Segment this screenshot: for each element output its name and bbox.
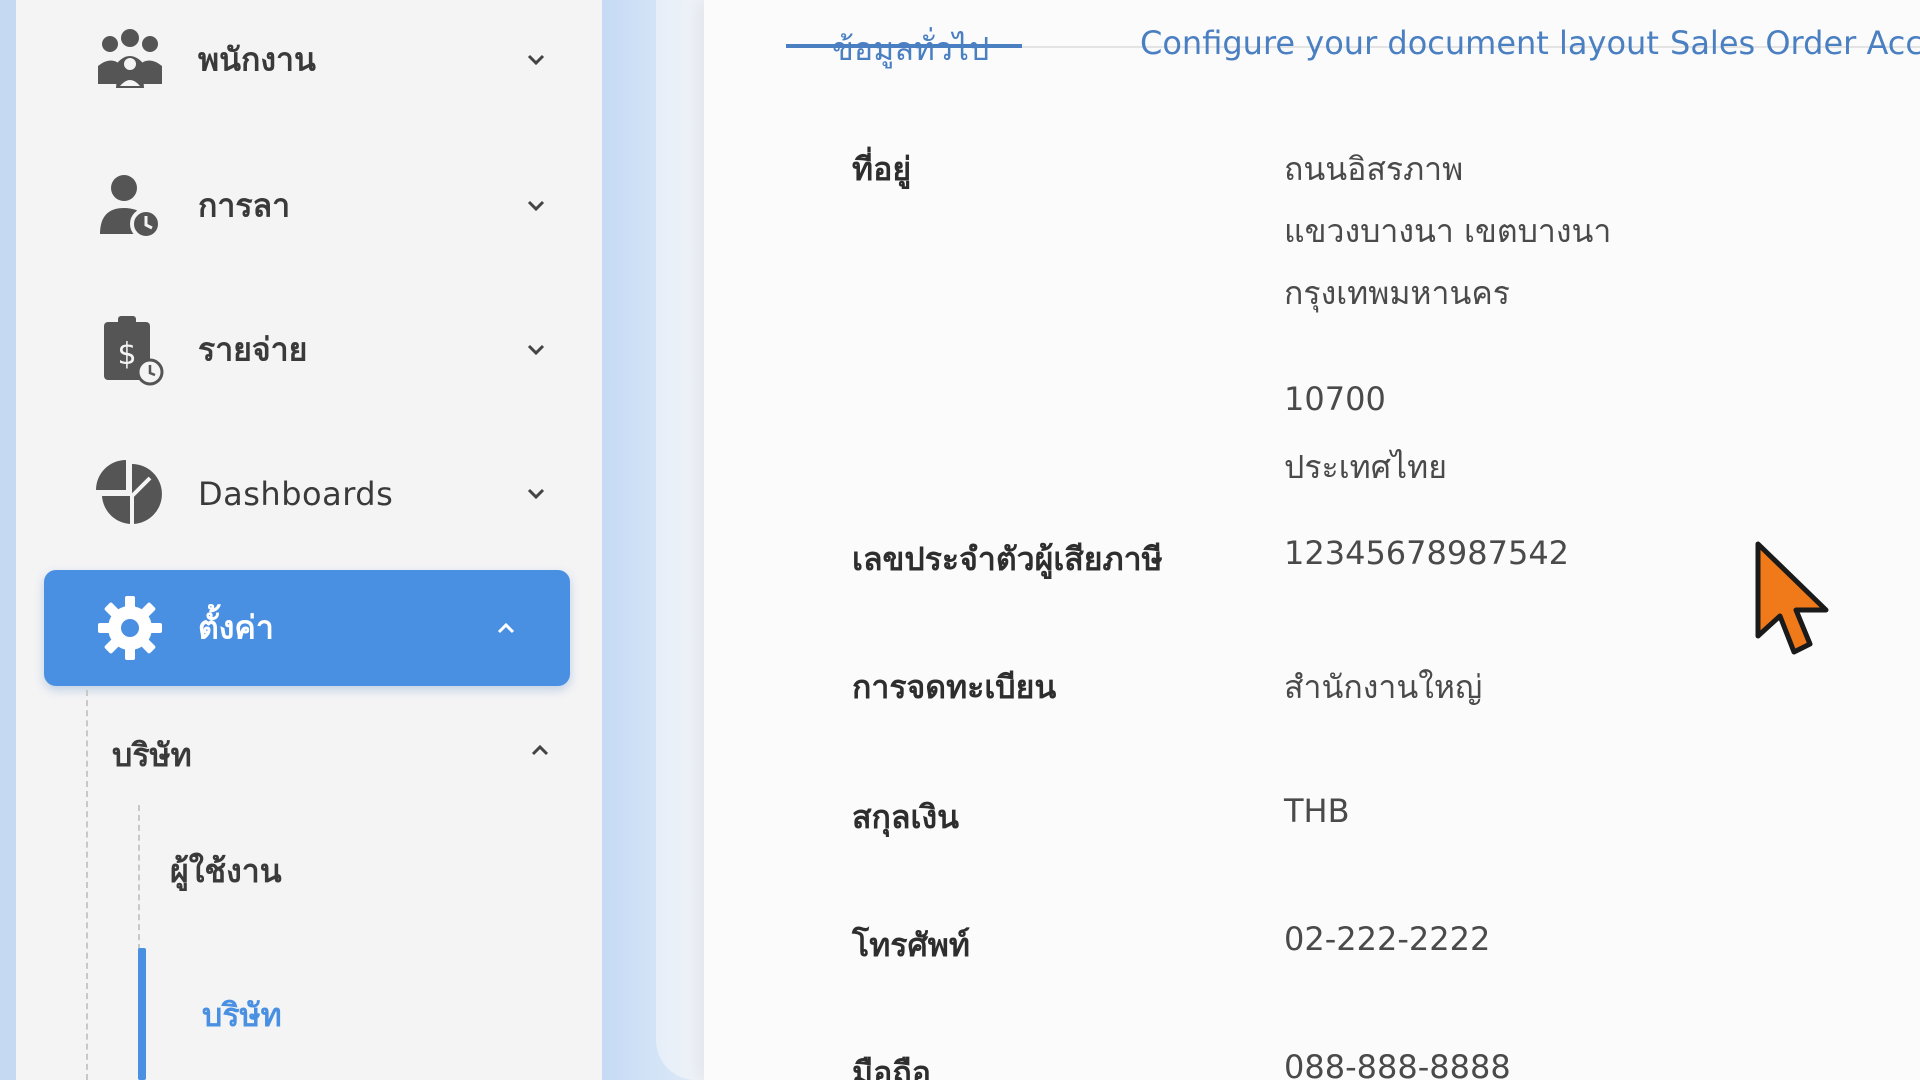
registration-label: การจดทะเบียน <box>852 668 1057 706</box>
mouse-cursor-icon <box>1755 541 1829 655</box>
mobile-label: มือถือ <box>852 1054 931 1080</box>
registration-value: สำนักงานใหญ่ <box>1284 668 1483 706</box>
active-tab-underline <box>786 44 1022 48</box>
submenu-item-users[interactable]: ผู้ใช้งาน <box>170 846 282 897</box>
chevron-down-icon <box>524 338 548 362</box>
gear-icon <box>92 590 168 666</box>
phone-label: โทรศัพท์ <box>852 926 970 964</box>
chevron-up-icon <box>528 738 552 762</box>
panel-gutter-shadow <box>656 0 704 1080</box>
submenu-tree-line-inner <box>138 805 140 950</box>
people-group-icon <box>92 22 168 98</box>
currency-value: THB <box>1284 792 1350 830</box>
tax-id-label: เลขประจำตัวผู้เสียภาษี <box>852 540 1163 578</box>
currency-label: สกุลเงิน <box>852 798 959 836</box>
sidebar-item-dashboards[interactable]: Dashboards <box>44 436 570 552</box>
sidebar-item-settings[interactable]: ตั้งค่า <box>44 570 570 686</box>
phone-value: 02-222-2222 <box>1284 920 1491 958</box>
person-clock-icon <box>92 168 168 244</box>
tab-sales-order-acc[interactable]: Sales Order Acc <box>1670 24 1920 62</box>
company-detail-panel: ข้อมูลทั่วไป Configure your document lay… <box>704 0 1920 1080</box>
svg-text:$: $ <box>117 337 136 372</box>
chevron-down-icon <box>524 48 548 72</box>
address-line-2: แขวงบางนา เขตบางนา <box>1284 212 1612 250</box>
sidebar-item-leave[interactable]: การลา <box>44 148 570 264</box>
chevron-down-icon <box>524 194 548 218</box>
clipboard-dollar-icon: $ <box>92 312 168 388</box>
submenu-group-label: บริษัท <box>112 736 192 774</box>
submenu-item-company[interactable]: บริษัท <box>202 990 282 1041</box>
address-country: ประเทศไทย <box>1284 448 1447 486</box>
address-postcode: 10700 <box>1284 380 1386 418</box>
submenu-active-indicator <box>138 948 146 1080</box>
chevron-up-icon <box>494 616 518 640</box>
tax-id-value: 12345678987542 <box>1284 534 1570 572</box>
sidebar-item-label: Dashboards <box>198 475 394 513</box>
left-edge-strip <box>0 0 16 1080</box>
sidebar-item-label: รายจ่าย <box>198 330 308 369</box>
sidebar-item-employees[interactable]: พนักงาน <box>44 2 570 118</box>
sidebar-item-expenses[interactable]: $ รายจ่าย <box>44 292 570 408</box>
tab-general[interactable]: ข้อมูลทั่วไป <box>832 24 989 75</box>
submenu-group-company[interactable]: บริษัท <box>112 722 582 778</box>
mobile-value: 088-888-8888 <box>1284 1048 1511 1080</box>
address-label: ที่อยู่ <box>852 150 912 188</box>
sidebar: พนักงาน การลา $ รายจ่าย Dashboards ตั้งค… <box>16 0 602 1080</box>
address-line-1: ถนนอิสรภาพ <box>1284 150 1464 188</box>
submenu-tree-line <box>86 690 88 1080</box>
address-line-3: กรุงเทพมหานคร <box>1284 274 1510 312</box>
tab-document-layout[interactable]: Configure your document layout <box>1140 24 1659 62</box>
chevron-down-icon <box>524 482 548 506</box>
pie-chart-icon <box>92 456 168 532</box>
sidebar-item-label: ตั้งค่า <box>198 608 274 647</box>
sidebar-item-label: พนักงาน <box>198 40 316 79</box>
sidebar-item-label: การลา <box>198 186 291 225</box>
